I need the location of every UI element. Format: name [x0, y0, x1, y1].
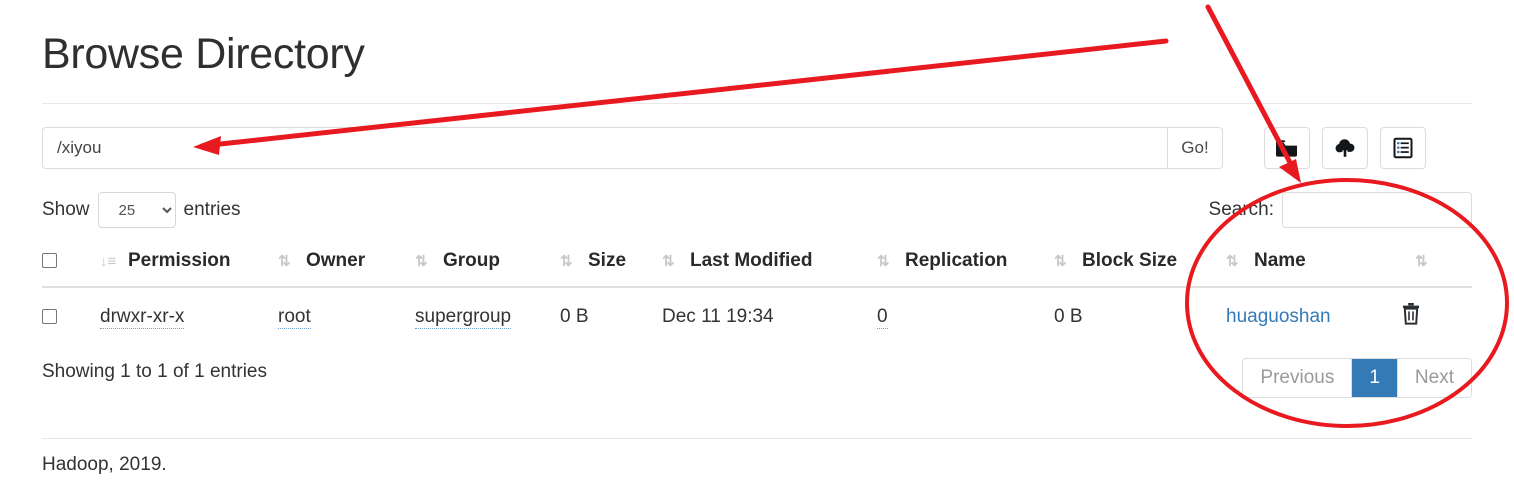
cell-name: huaguoshan — [1226, 287, 1401, 345]
page-container: Browse Directory Go! — [42, 0, 1472, 398]
file-name-link[interactable]: huaguoshan — [1226, 306, 1331, 327]
sort-icon: ⇅ — [560, 253, 573, 270]
sort-amount-icon: ↓≡ — [100, 253, 117, 270]
replication-link[interactable]: 0 — [877, 305, 888, 329]
sort-icon: ⇅ — [662, 253, 675, 270]
path-input-group: Go! — [42, 127, 1223, 169]
go-button[interactable]: Go! — [1167, 127, 1223, 169]
directory-path-input[interactable] — [42, 127, 1167, 169]
directory-action-buttons — [1264, 127, 1426, 169]
page-length-select[interactable]: 25 — [97, 192, 176, 228]
cell-replication: 0 — [877, 287, 1054, 345]
trash-icon — [1401, 303, 1421, 328]
column-header-group[interactable]: ⇅ Group — [415, 250, 560, 288]
entries-label: entries — [183, 199, 241, 220]
cell-permission: drwxr-xr-x — [100, 287, 278, 345]
sort-icon: ⇅ — [877, 253, 890, 270]
table-row: drwxr-xr-x root supergroup 0 B Dec 11 19… — [42, 287, 1472, 345]
list-icon — [1392, 137, 1414, 159]
cell-owner: root — [278, 287, 415, 345]
column-header-permission[interactable]: ↓≡ Permission — [100, 250, 278, 288]
pagination: Previous 1 Next — [1242, 358, 1472, 398]
column-label: Size — [588, 250, 627, 271]
browse-directory-page: Browse Directory Go! — [0, 0, 1514, 500]
column-header-block-size[interactable]: ⇅ Block Size — [1054, 250, 1226, 288]
column-header-name[interactable]: ⇅ Name — [1226, 250, 1401, 288]
files-table-wrapper: ↓≡ Permission ⇅ Owner ⇅ Group ⇅ Size ⇅ Last M — [42, 250, 1472, 345]
sort-icon: ⇅ — [415, 253, 428, 270]
cell-delete — [1401, 287, 1472, 345]
column-header-actions: ⇅ — [1401, 250, 1472, 288]
files-table-head: ↓≡ Permission ⇅ Owner ⇅ Group ⇅ Size ⇅ Last M — [42, 250, 1472, 288]
sort-icon: ⇅ — [278, 253, 291, 270]
table-footer: Showing 1 to 1 of 1 entries Previous 1 N… — [42, 358, 1472, 398]
column-header-owner[interactable]: ⇅ Owner — [278, 250, 415, 288]
column-label: Owner — [306, 250, 366, 271]
column-label: Last Modified — [690, 250, 813, 271]
cell-group: supergroup — [415, 287, 560, 345]
search-label: Search: — [1208, 199, 1274, 220]
sort-icon: ⇅ — [1054, 253, 1067, 270]
pagination-previous[interactable]: Previous — [1243, 359, 1353, 397]
cell-block-size: 0 B — [1054, 305, 1083, 327]
sort-icon: ⇅ — [1415, 253, 1428, 270]
folder-icon — [1275, 138, 1299, 158]
permission-link[interactable]: drwxr-xr-x — [100, 305, 185, 329]
select-all-checkbox[interactable] — [42, 253, 57, 269]
column-label: Permission — [128, 250, 231, 271]
page-title: Browse Directory — [42, 30, 365, 78]
cell-size: 0 B — [560, 305, 589, 327]
sort-icon: ⇅ — [1226, 253, 1239, 270]
snapshot-list-button[interactable] — [1380, 127, 1426, 169]
page-length-control: Show 25 entries — [42, 192, 241, 228]
create-directory-button[interactable] — [1264, 127, 1310, 169]
cell-last-modified: Dec 11 19:34 — [662, 305, 774, 327]
column-header-last-modified[interactable]: ⇅ Last Modified — [662, 250, 877, 288]
column-label: Group — [443, 250, 500, 271]
column-header-size[interactable]: ⇅ Size — [560, 250, 662, 288]
table-controls-row: Show 25 entries Search: — [42, 192, 1472, 230]
page-length-select-wrapper: 25 — [97, 192, 176, 228]
search-input[interactable] — [1282, 192, 1472, 228]
pagination-next[interactable]: Next — [1397, 359, 1471, 397]
delete-row-button[interactable] — [1401, 302, 1421, 325]
column-label: Block Size — [1082, 250, 1178, 271]
column-label: Name — [1254, 250, 1306, 271]
row-select-checkbox[interactable] — [42, 308, 57, 324]
footer-divider — [42, 438, 1472, 439]
column-label: Replication — [905, 250, 1008, 271]
copyright-text: Hadoop, 2019. — [42, 454, 167, 475]
group-link[interactable]: supergroup — [415, 305, 512, 329]
show-label: Show — [42, 199, 90, 220]
entries-info: Showing 1 to 1 of 1 entries — [42, 361, 267, 382]
select-all-header — [42, 250, 100, 288]
title-divider — [42, 103, 1472, 104]
row-select-cell — [42, 287, 100, 345]
upload-files-button[interactable] — [1322, 127, 1368, 169]
pagination-page-1[interactable]: 1 — [1352, 359, 1398, 397]
owner-link[interactable]: root — [278, 305, 311, 329]
column-header-replication[interactable]: ⇅ Replication — [877, 250, 1054, 288]
path-toolbar-row: Go! — [42, 127, 1472, 169]
cloud-upload-icon — [1333, 138, 1357, 158]
files-table-body: drwxr-xr-x root supergroup 0 B Dec 11 19… — [42, 287, 1472, 345]
search-control: Search: — [1209, 192, 1472, 228]
table-header-row: ↓≡ Permission ⇅ Owner ⇅ Group ⇅ Size ⇅ Last M — [42, 250, 1472, 288]
files-table: ↓≡ Permission ⇅ Owner ⇅ Group ⇅ Size ⇅ Last M — [42, 250, 1472, 345]
